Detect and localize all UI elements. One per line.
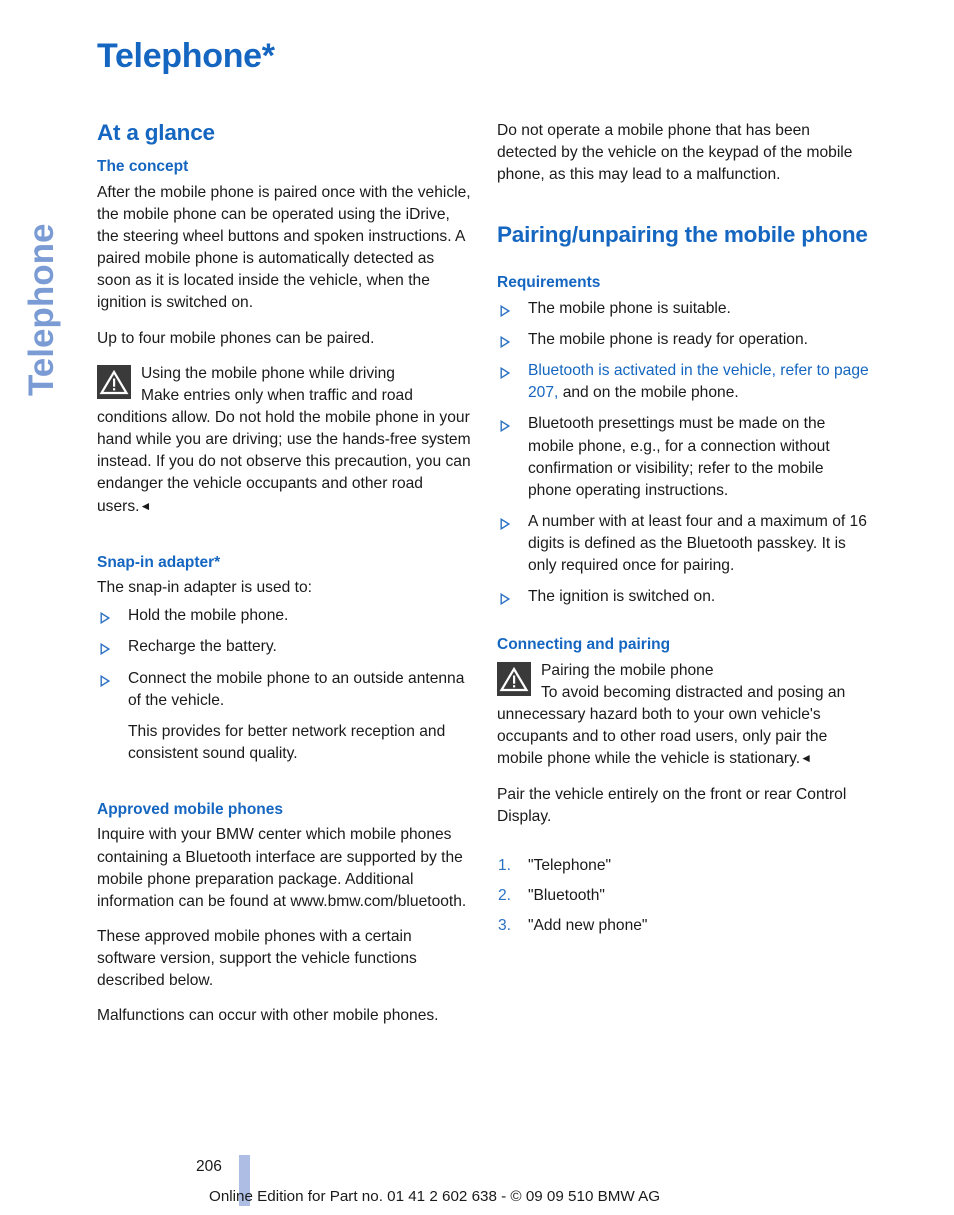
page-number: 206 [196,1158,222,1175]
page-footer: 206 Online Edition for Part no. 01 41 2 … [0,0,954,1215]
manual-page: Telephone* At a glance The concept After… [0,0,954,1215]
footer-edition-note: Online Edition for Part no. 01 41 2 602 … [209,1188,661,1205]
